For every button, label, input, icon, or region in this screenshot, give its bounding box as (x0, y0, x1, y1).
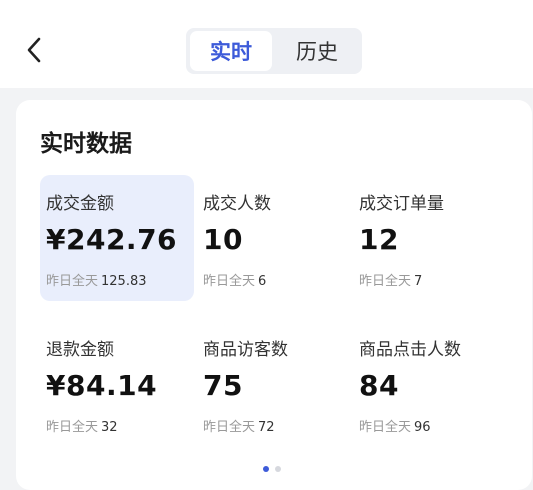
metric-cell-orders[interactable]: 成交订单量 12 昨日全天 7 (353, 175, 507, 301)
metric-yesterday: 昨日全天 72 (203, 416, 275, 435)
metric-yesterday-label: 昨日全天 (359, 420, 412, 435)
metric-yesterday-label: 昨日全天 (359, 274, 412, 289)
tab-history[interactable]: 历史 (276, 31, 358, 71)
metric-yesterday: 昨日全天 96 (359, 416, 431, 435)
metric-yesterday-label: 昨日全天 (203, 420, 256, 435)
metric-value: 12 (359, 223, 399, 256)
metric-cell-transaction-amount[interactable]: 成交金额 ¥242.76 昨日全天 125.83 (40, 175, 194, 301)
metric-label: 成交订单量 (359, 194, 444, 214)
metric-cell-buyers[interactable]: 成交人数 10 昨日全天 6 (197, 175, 351, 301)
metric-yesterday-label: 昨日全天 (203, 274, 256, 289)
metric-yesterday: 昨日全天 32 (46, 416, 118, 435)
metric-yesterday-value: 7 (414, 274, 423, 289)
page-indicator[interactable] (260, 466, 290, 474)
metric-value: 84 (359, 369, 399, 402)
top-bar: 实时 历史 (0, 0, 533, 88)
metric-value: 10 (203, 223, 243, 256)
tab-realtime[interactable]: 实时 (190, 31, 272, 71)
metric-value: ¥84.14 (46, 369, 158, 402)
metric-yesterday-label: 昨日全天 (46, 274, 99, 289)
card-title: 实时数据 (40, 131, 132, 157)
metric-yesterday: 昨日全天 7 (359, 270, 422, 289)
metric-label: 成交金额 (46, 194, 114, 214)
chevron-left-icon (27, 37, 41, 63)
metric-yesterday: 昨日全天 125.83 (46, 270, 147, 289)
metric-value: ¥242.76 (46, 223, 178, 256)
back-button[interactable] (22, 36, 46, 64)
metric-label: 成交人数 (203, 194, 271, 214)
metric-cell-product-visitors[interactable]: 商品访客数 75 昨日全天 72 (197, 321, 351, 447)
metric-yesterday-value: 125.83 (101, 274, 147, 289)
metric-yesterday-label: 昨日全天 (46, 420, 99, 435)
metric-cell-product-clickers[interactable]: 商品点击人数 84 昨日全天 96 (353, 321, 507, 447)
page-dot-inactive (275, 466, 281, 472)
metric-label: 商品访客数 (203, 340, 288, 360)
metric-yesterday: 昨日全天 6 (203, 270, 266, 289)
metric-yesterday-value: 96 (414, 420, 431, 435)
metric-yesterday-value: 72 (258, 420, 275, 435)
metric-cell-refund-amount[interactable]: 退款金额 ¥84.14 昨日全天 32 (40, 321, 194, 447)
metric-value: 75 (203, 369, 243, 402)
metric-label: 商品点击人数 (359, 340, 461, 360)
segment-control: 实时 历史 (186, 28, 362, 74)
realtime-data-card: 实时数据 成交金额 ¥242.76 昨日全天 125.83 成交人数 10 昨日全… (16, 100, 532, 490)
metric-yesterday-value: 6 (258, 274, 267, 289)
metric-yesterday-value: 32 (101, 420, 118, 435)
page-dot-active (263, 466, 269, 472)
metric-label: 退款金额 (46, 340, 114, 360)
